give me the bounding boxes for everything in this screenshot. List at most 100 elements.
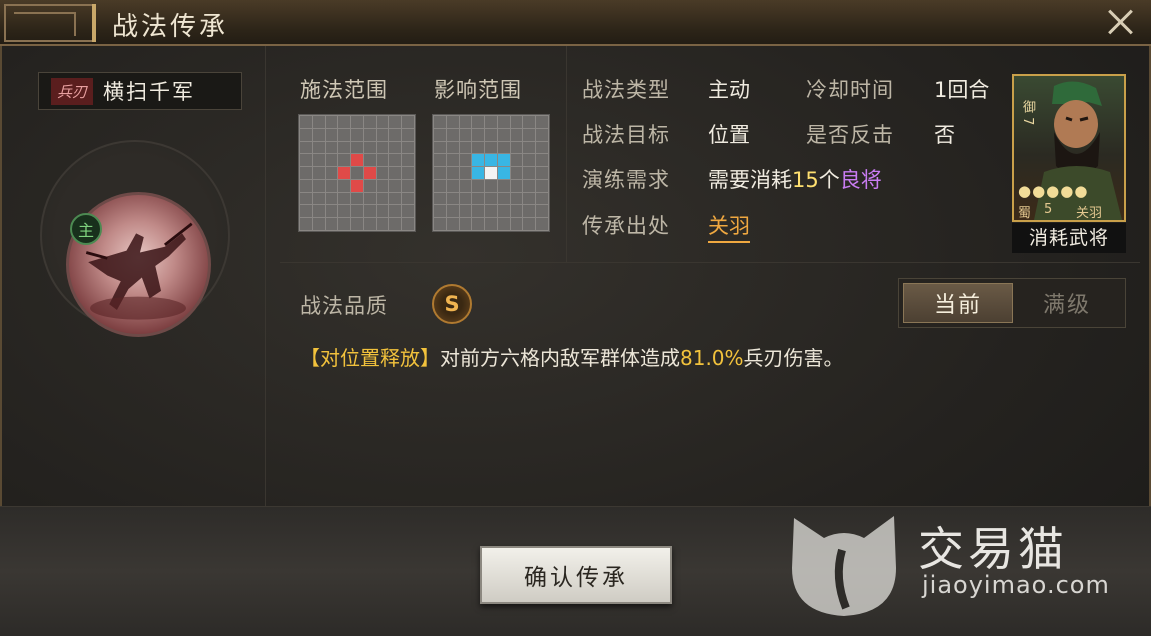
- title-bar: 战法传承: [0, 0, 1151, 46]
- cooldown-value: 1回合: [934, 78, 990, 102]
- grid-cell: [434, 192, 446, 205]
- grid-cell: [376, 141, 389, 154]
- grid-cell: [325, 179, 338, 192]
- grid-cell: [351, 154, 363, 167]
- close-icon[interactable]: [1105, 6, 1137, 38]
- grid-cell: [300, 205, 312, 218]
- effect-range-grid: [432, 114, 550, 232]
- grid-cell: [389, 167, 402, 179]
- description-tag: 【对位置释放】: [300, 346, 440, 370]
- hero-defense-stat: 御 7: [1020, 100, 1035, 126]
- requirement-tier: 良将: [839, 168, 882, 192]
- grid-cell: [510, 154, 523, 167]
- origin-hero-link[interactable]: 关羽: [708, 210, 750, 243]
- grid-cell: [497, 128, 510, 141]
- grid-cell: [351, 192, 363, 205]
- grid-cell: [338, 128, 351, 141]
- skill-name-box: 兵刃 横扫千军: [38, 72, 242, 110]
- grid-cell: [510, 192, 523, 205]
- grid-cell: [497, 179, 510, 192]
- grid-cell: [402, 192, 414, 205]
- grid-cell: [523, 179, 536, 192]
- tab-current[interactable]: 当前: [903, 283, 1013, 323]
- grid-cell: [510, 205, 523, 218]
- grid-cell: [472, 205, 485, 218]
- tab-max-level[interactable]: 满级: [1013, 283, 1121, 323]
- grid-cell: [536, 192, 548, 205]
- grid-cell: [338, 218, 351, 230]
- requirement-value: 需要消耗15个良将: [708, 164, 882, 194]
- hero-cost: 5: [1044, 202, 1053, 217]
- grid-cell: [459, 116, 472, 128]
- grid-cell: [497, 218, 510, 230]
- grid-cell: [459, 167, 472, 179]
- grid-cell: [300, 167, 312, 179]
- grid-cell: [536, 179, 548, 192]
- grid-cell: [472, 141, 485, 154]
- grid-cell: [536, 167, 548, 179]
- grid-cell: [351, 128, 363, 141]
- grid-cell: [485, 218, 497, 230]
- effect-range-label: 影响范围: [434, 78, 522, 102]
- grid-cell: [446, 116, 459, 128]
- counter-value: 否: [934, 123, 955, 147]
- grid-cell: [446, 179, 459, 192]
- watermark-brand: 交易猫: [918, 522, 1068, 576]
- grid-cell: [363, 205, 376, 218]
- grid-cell: [338, 154, 351, 167]
- level-toggle: 当前 满级: [898, 278, 1126, 328]
- grid-cell: [485, 141, 497, 154]
- grid-cell: [351, 141, 363, 154]
- grid-cell: [312, 167, 325, 179]
- grid-cell: [485, 116, 497, 128]
- grid-cell: [459, 218, 472, 230]
- grid-cell: [363, 116, 376, 128]
- grid-cell: [389, 192, 402, 205]
- grid-cell: [497, 205, 510, 218]
- grid-cell: [510, 141, 523, 154]
- grid-cell: [523, 154, 536, 167]
- grid-cell: [389, 218, 402, 230]
- grid-cell: [300, 218, 312, 230]
- grid-cell: [363, 192, 376, 205]
- grid-cell: [402, 141, 414, 154]
- grid-cell: [536, 205, 548, 218]
- grid-cell: [497, 141, 510, 154]
- grid-cell: [523, 205, 536, 218]
- grid-cell: [434, 218, 446, 230]
- grid-cell: [536, 141, 548, 154]
- grid-cell: [300, 154, 312, 167]
- grid-cell: [472, 167, 485, 179]
- grid-cell: [536, 218, 548, 230]
- grid-cell: [446, 154, 459, 167]
- grid-cell: [446, 218, 459, 230]
- grid-cell: [523, 128, 536, 141]
- grid-cell: [363, 167, 376, 179]
- grid-cell: [459, 179, 472, 192]
- hero-kingdom: 蜀: [1018, 206, 1032, 221]
- grid-cell: [376, 218, 389, 230]
- grid-cell: [312, 116, 325, 128]
- grid-cell: [312, 128, 325, 141]
- grid-cell: [300, 128, 312, 141]
- counter-label: 是否反击: [806, 123, 894, 147]
- skill-description: 【对位置释放】对前方六格内敌军群体造成81.0%兵刃伤害。: [300, 342, 844, 371]
- grid-cell: [523, 218, 536, 230]
- grid-cell: [510, 128, 523, 141]
- grid-cell: [485, 179, 497, 192]
- requirement-label: 演练需求: [582, 168, 670, 192]
- confirm-inherit-button[interactable]: 确认传承: [480, 546, 672, 604]
- grid-cell: [434, 205, 446, 218]
- grid-cell: [510, 116, 523, 128]
- hero-card[interactable]: 御 7 ●●●●● 蜀 5 关羽: [1012, 74, 1126, 222]
- grid-cell: [434, 167, 446, 179]
- grid-cell: [312, 205, 325, 218]
- grid-cell: [446, 141, 459, 154]
- grid-cell: [459, 205, 472, 218]
- grid-cell: [497, 154, 510, 167]
- grid-cell: [300, 192, 312, 205]
- grid-cell: [472, 154, 485, 167]
- grid-cell: [300, 141, 312, 154]
- grid-cell: [338, 205, 351, 218]
- grid-cell: [510, 218, 523, 230]
